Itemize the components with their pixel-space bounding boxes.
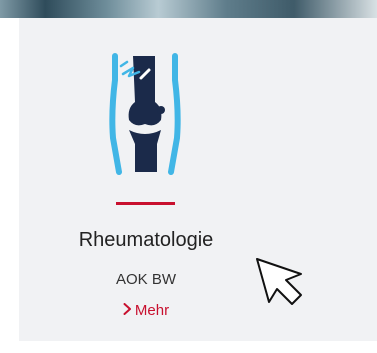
card-subtitle: AOK BW — [115, 271, 176, 288]
more-link[interactable]: Mehr — [0, 302, 292, 319]
more-link-label: Mehr — [134, 302, 170, 319]
chevron-right-icon — [123, 302, 132, 319]
card-title: Rheumatologie — [78, 229, 214, 251]
knee-joint-icon — [109, 53, 181, 175]
header-image-strip — [0, 0, 377, 18]
mouse-cursor-icon — [256, 258, 302, 305]
specialty-card[interactable] — [19, 18, 377, 341]
accent-divider — [116, 202, 175, 205]
